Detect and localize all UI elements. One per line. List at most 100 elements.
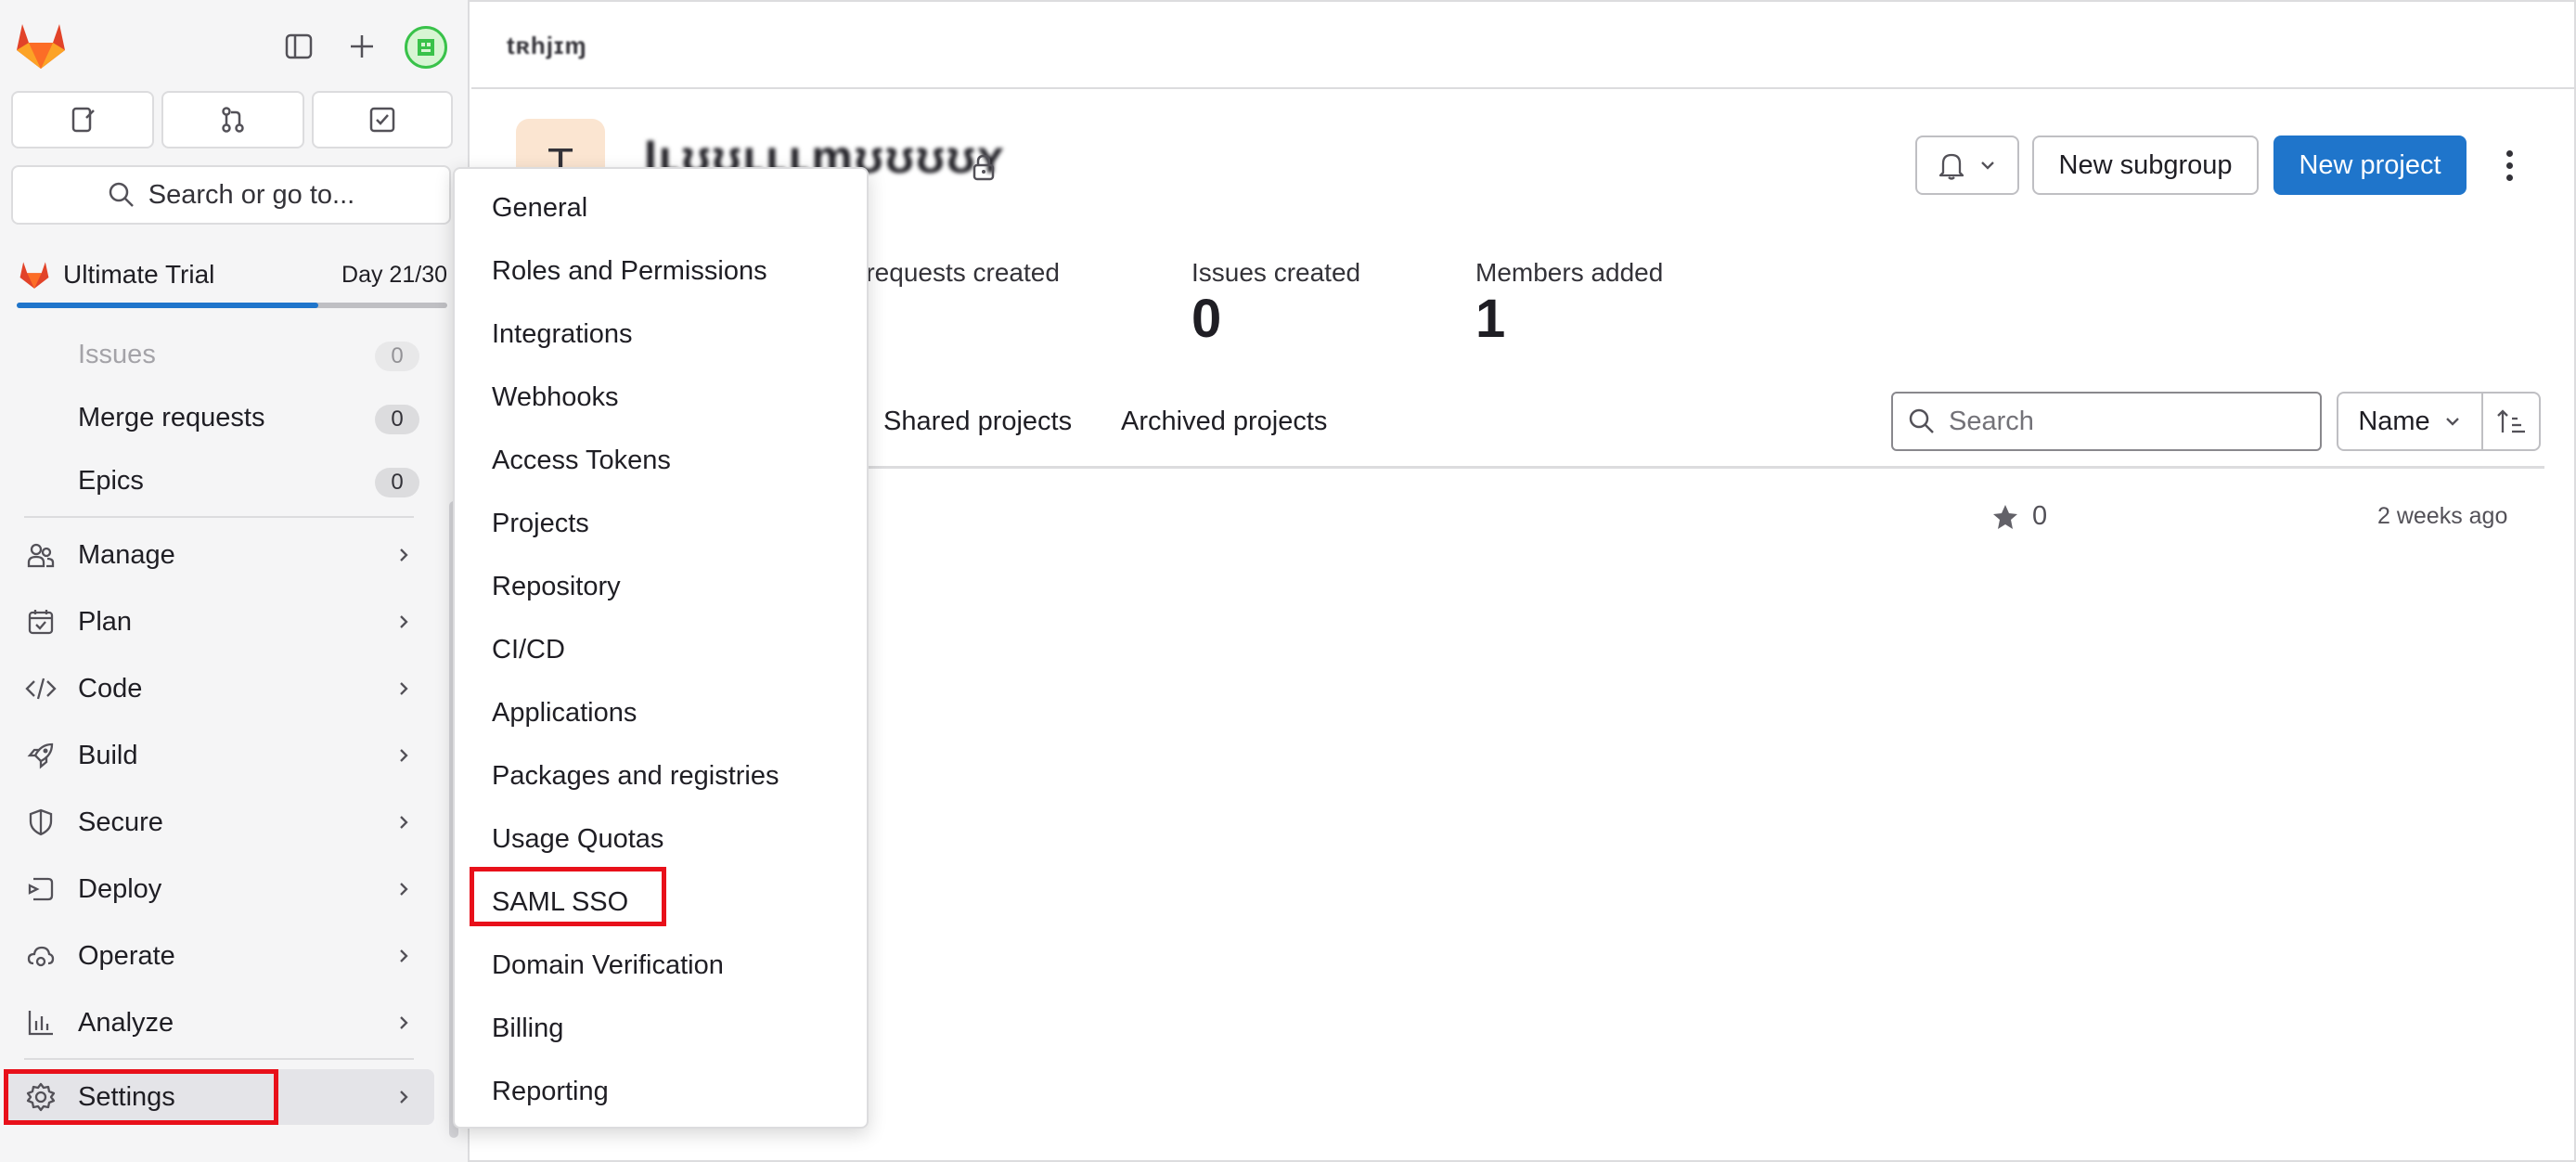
project-search-field[interactable]	[1891, 392, 2322, 451]
bell-icon	[1938, 153, 1964, 180]
project-updated-time: 2 weeks ago	[2377, 503, 2508, 529]
users-icon	[24, 538, 58, 572]
stat-label-issues: Issues created	[1191, 258, 1361, 287]
chevron-down-icon	[2445, 418, 2459, 426]
menu-item-roles-and-permissions[interactable]: Roles and Permissions	[492, 256, 767, 287]
issues-count-badge: 0	[375, 342, 419, 371]
gitlab-logo-icon[interactable]	[15, 20, 67, 71]
project-search-input[interactable]	[1949, 406, 2301, 437]
shield-icon	[24, 806, 58, 839]
deploy-icon	[24, 872, 58, 906]
chevron-down-icon	[1981, 161, 1994, 170]
menu-item-repository[interactable]: Repository	[492, 572, 621, 602]
nav-label-secure: Secure	[78, 807, 163, 837]
create-new-icon[interactable]	[341, 26, 382, 67]
sidebar-item-build[interactable]: Build	[0, 728, 436, 783]
chevron-right-icon	[390, 1009, 418, 1037]
nav-label-settings: Settings	[78, 1081, 175, 1112]
sidebar-item-analyze[interactable]: Analyze	[0, 995, 436, 1051]
menu-item-saml-sso[interactable]: SAML SSO	[492, 887, 628, 918]
chevron-right-icon	[390, 875, 418, 903]
menu-item-projects[interactable]: Projects	[492, 509, 589, 539]
new-project-button[interactable]: New project	[2273, 136, 2467, 195]
stat-label-merge-requests: e requests created	[844, 258, 1060, 287]
sort-by-dropdown[interactable]: Name	[2337, 392, 2483, 451]
star-icon	[1993, 504, 2017, 529]
more-actions-icon[interactable]	[2492, 141, 2526, 189]
sort-by-label: Name	[2358, 406, 2430, 436]
menu-item-domain-verification[interactable]: Domain Verification	[492, 950, 724, 981]
new-subgroup-button[interactable]: New subgroup	[2032, 136, 2259, 195]
toggle-sidebar-icon[interactable]	[278, 26, 319, 67]
sidebar-item-operate[interactable]: Operate	[0, 928, 436, 984]
sidebar-item-secure[interactable]: Secure	[0, 794, 436, 850]
sidebar-item-merge-requests[interactable]: Merge requests	[78, 403, 265, 433]
nav-label-build: Build	[78, 740, 138, 770]
gitlab-trial-icon	[19, 262, 49, 289]
star-count-value: 0	[2032, 501, 2048, 531]
chevron-right-icon	[390, 1083, 418, 1111]
lock-icon	[972, 154, 995, 181]
chevron-right-icon	[390, 541, 418, 569]
search-label: Search or go to...	[148, 179, 355, 210]
trial-day-counter: Day 21/30	[341, 262, 447, 288]
sidebar-item-settings[interactable]: Settings	[6, 1069, 434, 1125]
trial-label: Ultimate Trial	[63, 260, 215, 289]
nav-label-plan: Plan	[78, 606, 133, 637]
chevron-right-icon	[390, 808, 418, 836]
chevron-right-icon	[390, 608, 418, 636]
settings-flyout-menu: General Roles and Permissions Integratio…	[453, 167, 869, 1129]
assigned-issues-button[interactable]	[11, 91, 154, 148]
user-avatar[interactable]	[405, 26, 447, 69]
menu-item-access-tokens[interactable]: Access Tokens	[492, 445, 671, 476]
project-star-count: 0	[1991, 501, 2047, 532]
gear-icon	[24, 1080, 58, 1114]
sort-direction-button[interactable]	[2481, 392, 2541, 451]
menu-item-integrations[interactable]: Integrations	[492, 319, 633, 350]
chart-icon	[24, 1006, 58, 1039]
menu-item-usage-quotas[interactable]: Usage Quotas	[492, 824, 663, 855]
search-icon	[1909, 408, 1934, 433]
breadcrumb[interactable]: tʀhjɪɱ	[507, 32, 587, 60]
menu-item-webhooks[interactable]: Webhooks	[492, 382, 619, 413]
sort-ascending-icon	[2497, 409, 2525, 433]
top-bar: tʀhjɪɱ	[471, 2, 2574, 89]
nav-label-deploy: Deploy	[78, 873, 162, 904]
menu-item-general[interactable]: General	[492, 193, 587, 224]
cloud-gear-icon	[24, 939, 58, 973]
merge-requests-button[interactable]	[161, 91, 304, 148]
sidebar-item-deploy[interactable]: Deploy	[0, 861, 436, 917]
tab-shared-projects[interactable]: Shared projects	[883, 407, 1072, 437]
notification-settings-button[interactable]	[1915, 136, 2019, 195]
menu-item-reporting[interactable]: Reporting	[492, 1077, 609, 1107]
sidebar-item-manage[interactable]: Manage	[0, 527, 436, 583]
sidebar-item-code[interactable]: Code	[0, 661, 436, 717]
stat-value-issues: 0	[1191, 289, 1222, 349]
chevron-right-icon	[390, 675, 418, 703]
ultimate-trial-widget[interactable]: Ultimate Trial Day 21/30	[17, 256, 447, 308]
todo-list-button[interactable]	[312, 91, 453, 148]
menu-item-packages-and-registries[interactable]: Packages and registries	[492, 761, 779, 792]
nav-label-operate: Operate	[78, 940, 175, 971]
chevron-right-icon	[390, 742, 418, 769]
sidebar-item-issues[interactable]: Issues	[78, 340, 156, 370]
search-icon	[109, 182, 134, 207]
sidebar-item-epics[interactable]: Epics	[78, 466, 144, 497]
sidebar-item-plan[interactable]: Plan	[0, 594, 436, 650]
search-or-go-to-button[interactable]: Search or go to...	[11, 165, 451, 225]
stat-value-members: 1	[1475, 289, 1506, 349]
tab-archived-projects[interactable]: Archived projects	[1121, 407, 1327, 437]
menu-item-billing[interactable]: Billing	[492, 1014, 563, 1044]
menu-item-ci-cd[interactable]: CI/CD	[492, 635, 565, 665]
epics-count-badge: 0	[375, 468, 419, 497]
trial-progress-fill	[17, 303, 318, 308]
calendar-icon	[24, 605, 58, 639]
stat-label-members: Members added	[1475, 258, 1664, 287]
rocket-icon	[24, 739, 58, 772]
menu-item-applications[interactable]: Applications	[492, 698, 637, 729]
code-icon	[24, 672, 58, 705]
chevron-right-icon	[390, 942, 418, 970]
nav-label-analyze: Analyze	[78, 1007, 174, 1038]
nav-label-manage: Manage	[78, 539, 175, 570]
sidebar: Search or go to... Ultimate Trial Day 21…	[0, 0, 470, 1162]
